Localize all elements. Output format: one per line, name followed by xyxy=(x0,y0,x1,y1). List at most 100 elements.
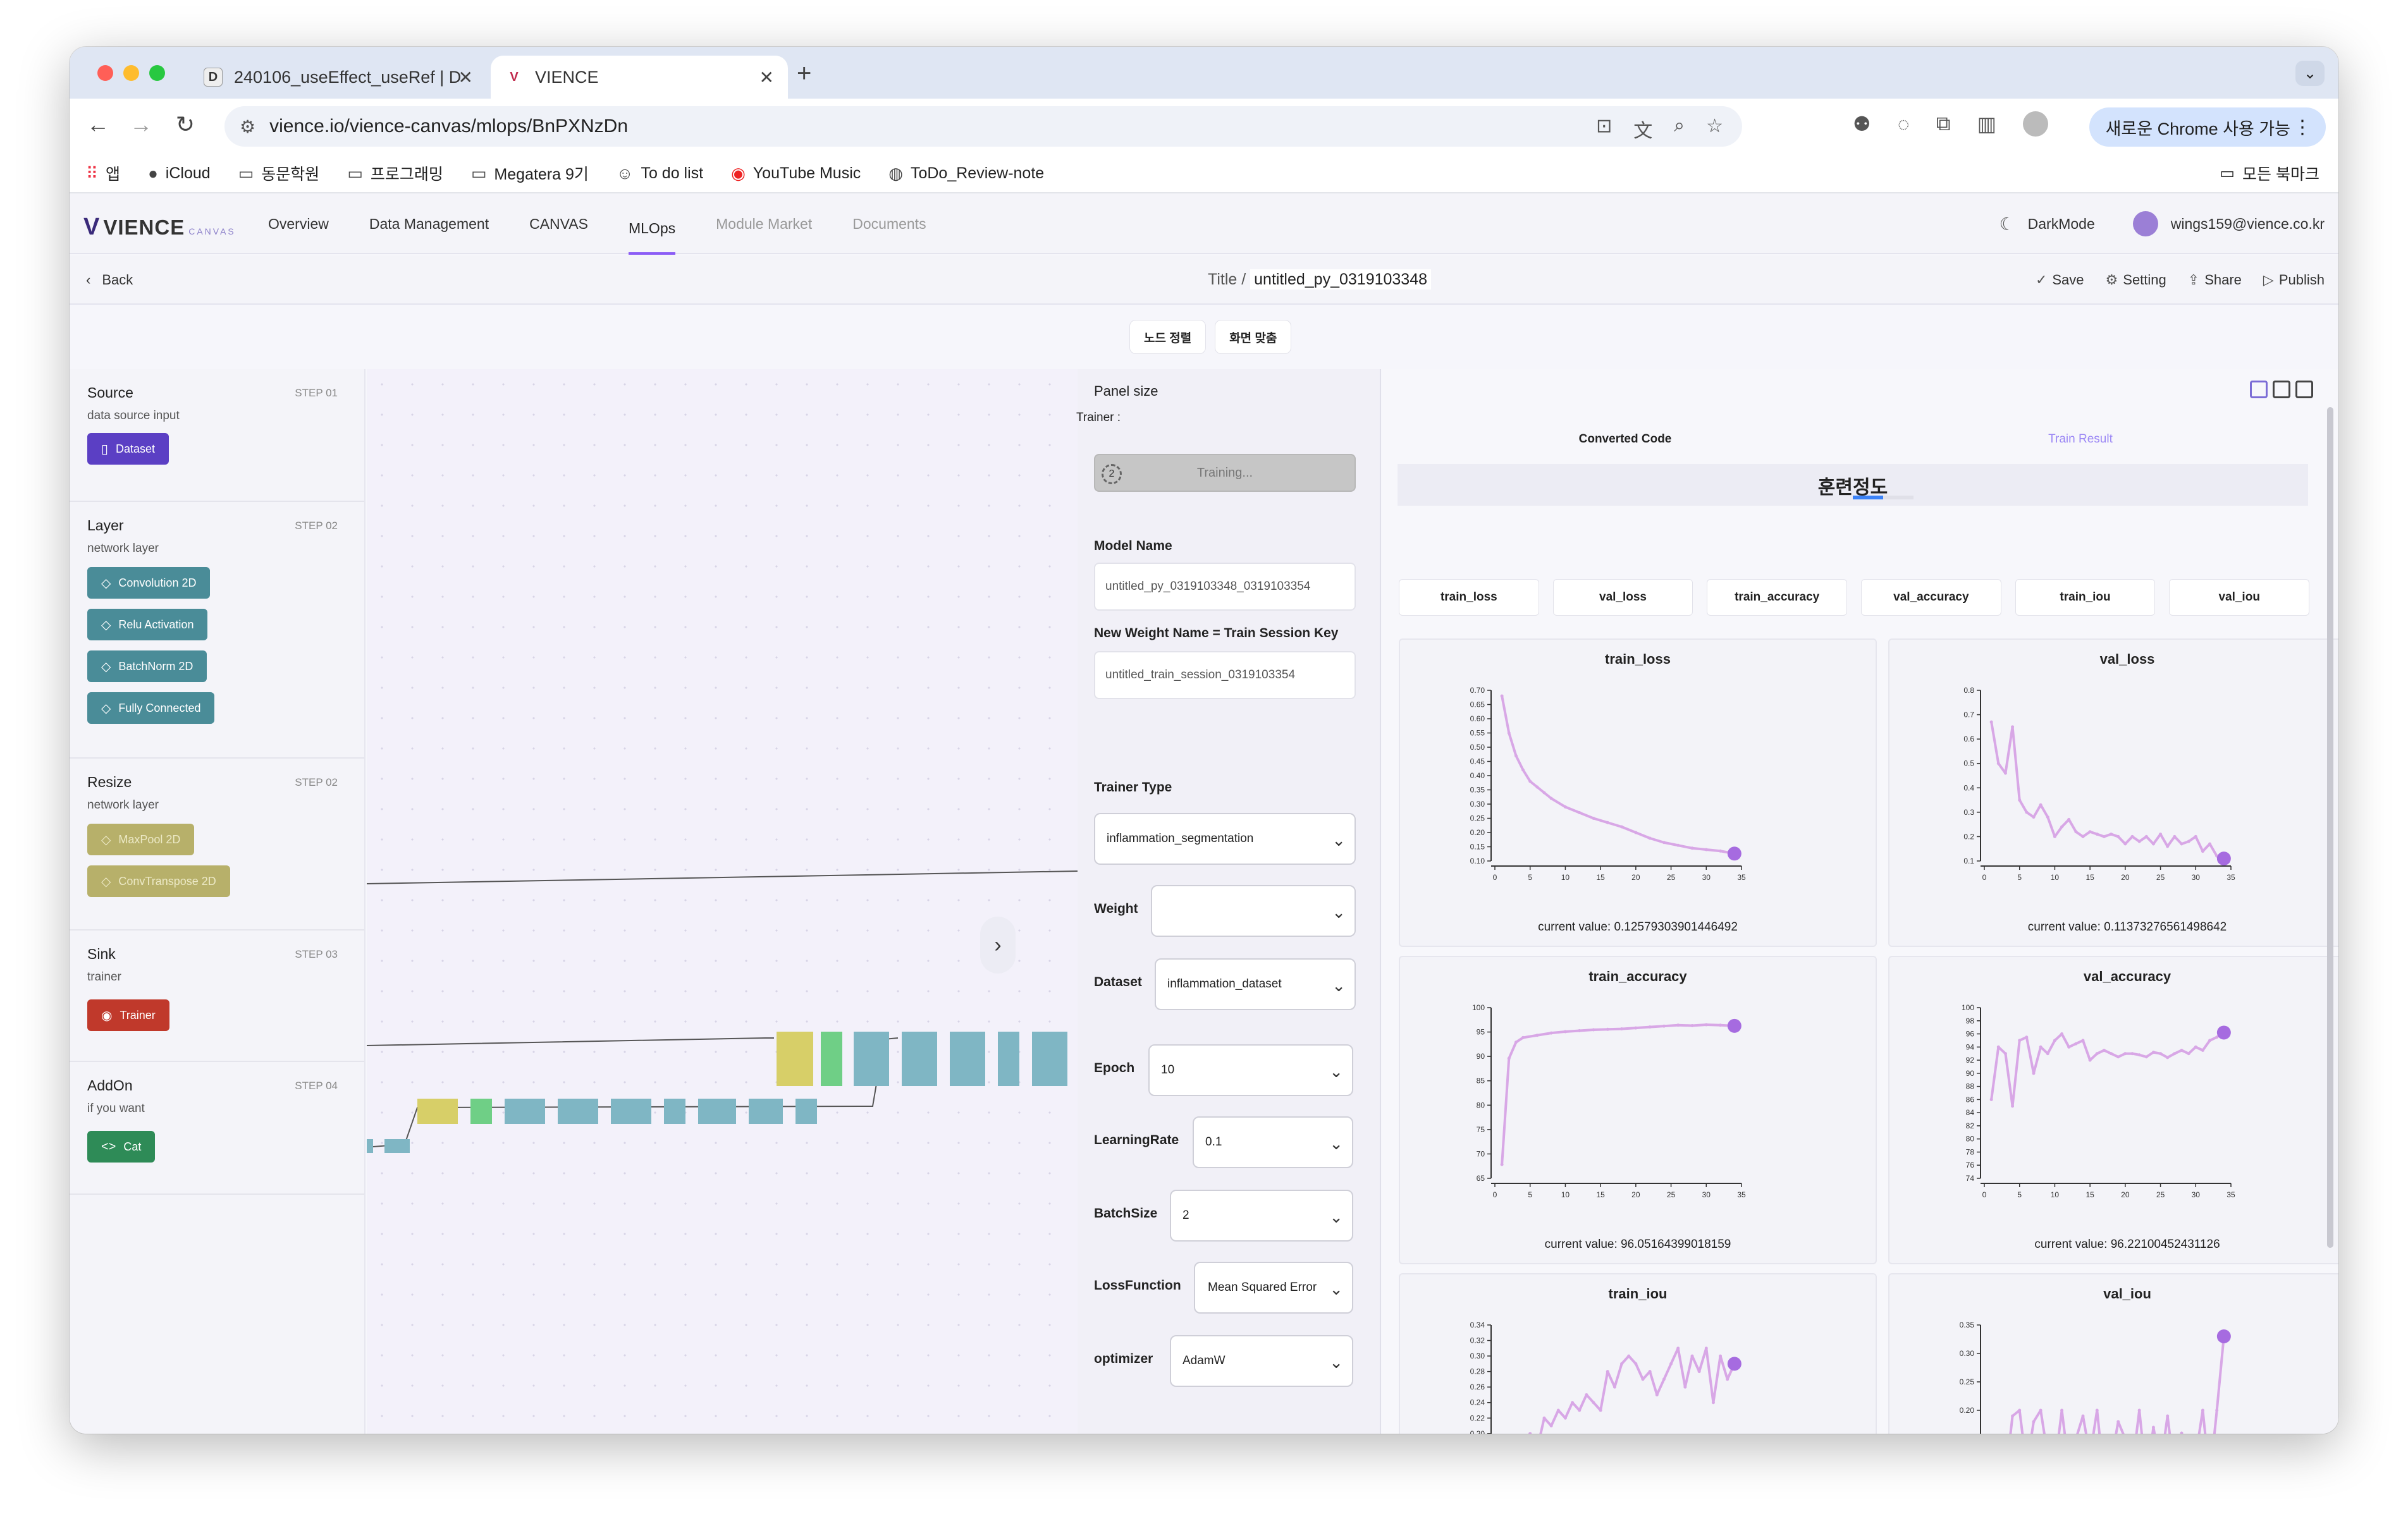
metric-tab-train-accuracy[interactable]: train_accuracy xyxy=(1707,579,1848,616)
metric-tab-train-loss[interactable]: train_loss xyxy=(1399,579,1539,616)
current-point-marker[interactable] xyxy=(1727,846,1742,861)
bookmark-todo[interactable]: ☺ To do list xyxy=(617,164,703,183)
canvas-node[interactable] xyxy=(470,1099,492,1124)
current-point-marker[interactable] xyxy=(1727,1018,1742,1033)
nav-documents[interactable]: Documents xyxy=(852,216,926,233)
back-arrow-icon[interactable]: ← xyxy=(82,111,114,138)
close-window-button[interactable] xyxy=(97,65,113,81)
vience-logo[interactable]: V VIENCE CANVAS xyxy=(83,214,236,241)
bookmark-icloud[interactable]: ● iCloud xyxy=(148,164,211,183)
profile-avatar[interactable] xyxy=(2022,111,2048,137)
moon-icon[interactable]: ☾ xyxy=(2000,214,2015,235)
fit-screen-button[interactable]: 화면 맞춤 xyxy=(1215,320,1292,354)
back-button[interactable]: ‹ Back xyxy=(86,272,133,288)
bookmark-folder[interactable]: ▭ Megatera 9기 xyxy=(471,162,589,185)
maximize-window-button[interactable] xyxy=(149,65,165,81)
bookmark-youtube-music[interactable]: ◉ YouTube Music xyxy=(731,164,861,183)
canvas-node[interactable] xyxy=(558,1099,598,1124)
nav-module-market[interactable]: Module Market xyxy=(716,216,812,233)
canvas-node[interactable] xyxy=(1032,1032,1067,1086)
bookmark-github[interactable]: ◍ ToDo_Review-note xyxy=(888,164,1044,183)
install-app-icon[interactable]: ⊡ xyxy=(1596,115,1612,143)
bookmark-apps[interactable]: ⠿ 앱 xyxy=(86,162,120,185)
tab-search-chevron-icon[interactable]: ⌄ xyxy=(2295,61,2325,86)
reload-icon[interactable]: ↻ xyxy=(169,111,201,138)
training-button[interactable]: 2 Training... xyxy=(1094,454,1356,492)
node-fc-button[interactable]: ◇ Fully Connected xyxy=(87,692,215,724)
metric-tab-val-accuracy[interactable]: val_accuracy xyxy=(1861,579,2001,616)
dataset-select[interactable]: inflammation_dataset ⌄ xyxy=(1155,958,1356,1010)
menu-kebab-icon[interactable]: ⋮ xyxy=(2293,116,2312,138)
chrome-update-button[interactable]: 새로운 Chrome 사용 가능 ⋮ xyxy=(2089,107,2326,147)
address-bar[interactable]: ⚙ vience.io/vience-canvas/mlops/BnPXNzDn… xyxy=(224,106,1742,147)
node-dataset-button[interactable]: ▯ Dataset xyxy=(87,433,169,465)
layout-split-right-icon[interactable] xyxy=(2273,381,2290,398)
weight-select[interactable]: ⌄ xyxy=(1151,885,1356,937)
model-name-input[interactable]: untitled_py_0319103348_0319103354 xyxy=(1094,563,1356,611)
layout-split-left-icon[interactable] xyxy=(2250,381,2268,398)
canvas-node[interactable] xyxy=(998,1032,1019,1086)
canvas-node[interactable] xyxy=(698,1099,736,1124)
canvas-node[interactable] xyxy=(611,1099,651,1124)
node-trainer-button[interactable]: ◉ Trainer xyxy=(87,999,169,1031)
bookmark-folder[interactable]: ▭ 프로그래밍 xyxy=(347,162,443,185)
epoch-select[interactable]: 10 ⌄ xyxy=(1148,1044,1353,1096)
canvas-node[interactable] xyxy=(749,1099,783,1124)
results-scrollbar[interactable] xyxy=(2327,407,2333,1248)
bookmark-star-icon[interactable]: ☆ xyxy=(1706,115,1723,143)
node-cat-button[interactable]: <> Cat xyxy=(87,1131,156,1163)
canvas-node[interactable] xyxy=(902,1032,937,1086)
node-canvas[interactable]: › xyxy=(367,369,1078,1434)
zoom-icon[interactable]: ⌕ xyxy=(1674,115,1685,143)
close-tab-icon[interactable]: ✕ xyxy=(759,67,774,88)
new-tab-icon[interactable]: + xyxy=(797,59,811,88)
optimizer-select[interactable]: AdamW ⌄ xyxy=(1170,1335,1353,1387)
current-point-marker[interactable] xyxy=(2216,1025,2231,1040)
setting-button[interactable]: ⚙ Setting xyxy=(2106,272,2166,288)
tab-train-result[interactable]: Train Result xyxy=(1853,432,2308,446)
publish-button[interactable]: ▷ Publish xyxy=(2263,272,2325,288)
forward-arrow-icon[interactable]: → xyxy=(125,111,157,138)
layout-full-icon[interactable] xyxy=(2295,381,2313,398)
bookmark-folder[interactable]: ▭ 동문학원 xyxy=(238,162,320,185)
metric-tab-train-iou[interactable]: train_iou xyxy=(2015,579,2156,616)
nav-data-management[interactable]: Data Management xyxy=(369,216,489,233)
side-panel-icon[interactable]: ▥ xyxy=(1977,112,1996,136)
node-conv2d-button[interactable]: ◇ Convolution 2D xyxy=(87,567,211,599)
user-email[interactable]: wings159@vience.co.kr xyxy=(2171,216,2325,233)
current-point-marker[interactable] xyxy=(2216,1329,2231,1343)
canvas-node[interactable] xyxy=(367,1139,373,1153)
browser-tab-inactive[interactable]: D 240106_useEffect_useRef | D ✕ xyxy=(190,56,487,99)
node-graph[interactable] xyxy=(367,369,1078,1434)
node-batchnorm-button[interactable]: ◇ BatchNorm 2D xyxy=(87,650,207,682)
canvas-node[interactable] xyxy=(821,1032,842,1086)
extension-circle-icon[interactable]: ◌ xyxy=(1898,113,1910,136)
translate-icon[interactable]: 文 xyxy=(1633,115,1652,143)
all-bookmarks[interactable]: ▭ 모든 북마크 xyxy=(2220,162,2319,185)
close-tab-icon[interactable]: ✕ xyxy=(458,67,473,88)
batch-size-select[interactable]: 2 ⌄ xyxy=(1170,1190,1353,1242)
learning-rate-select[interactable]: 0.1 ⌄ xyxy=(1193,1116,1353,1168)
tab-converted-code[interactable]: Converted Code xyxy=(1398,432,1853,446)
weight-name-input[interactable]: untitled_train_session_0319103354 xyxy=(1094,651,1356,699)
browser-tab-active[interactable]: V VIENCE ✕ xyxy=(491,56,788,99)
nav-overview[interactable]: Overview xyxy=(268,216,329,233)
canvas-node[interactable] xyxy=(505,1099,545,1124)
canvas-node[interactable] xyxy=(796,1099,817,1124)
trainer-type-select[interactable]: inflammation_segmentation ⌄ xyxy=(1094,813,1356,865)
canvas-node[interactable] xyxy=(417,1099,458,1124)
extension-robot-icon[interactable]: ⚉ xyxy=(1853,112,1871,136)
user-avatar[interactable] xyxy=(2132,211,2158,236)
chevron-right-icon[interactable]: › xyxy=(980,917,1016,974)
site-info-icon[interactable]: ⚙ xyxy=(240,116,255,137)
nav-canvas[interactable]: CANVAS xyxy=(529,216,588,233)
save-button[interactable]: ✓ Save xyxy=(2036,272,2084,288)
canvas-node[interactable] xyxy=(384,1139,410,1153)
current-point-marker[interactable] xyxy=(1727,1357,1742,1371)
node-maxpool-button[interactable]: ◇ MaxPool 2D xyxy=(87,824,195,855)
node-relu-button[interactable]: ◇ Relu Activation xyxy=(87,609,208,640)
metric-tab-val-loss[interactable]: val_loss xyxy=(1552,579,1693,616)
current-point-marker[interactable] xyxy=(2216,852,2231,866)
canvas-node[interactable] xyxy=(950,1032,985,1086)
metric-tab-val-iou[interactable]: val_iou xyxy=(2169,579,2310,616)
